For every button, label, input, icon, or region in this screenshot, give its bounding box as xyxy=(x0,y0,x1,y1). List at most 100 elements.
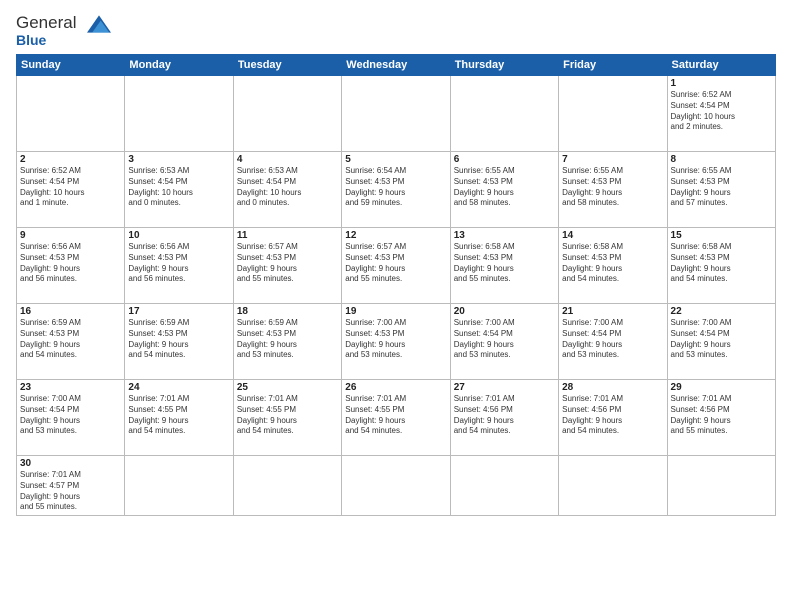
day-number: 13 xyxy=(454,230,555,241)
calendar-cell xyxy=(342,456,450,516)
day-info: Sunrise: 6:55 AM Sunset: 4:53 PM Dayligh… xyxy=(671,166,772,209)
day-info: Sunrise: 6:52 AM Sunset: 4:54 PM Dayligh… xyxy=(20,166,121,209)
day-number: 2 xyxy=(20,154,121,165)
day-number: 9 xyxy=(20,230,121,241)
day-info: Sunrise: 6:56 AM Sunset: 4:53 PM Dayligh… xyxy=(20,242,121,285)
day-number: 17 xyxy=(128,306,229,317)
calendar-cell: 6Sunrise: 6:55 AM Sunset: 4:53 PM Daylig… xyxy=(450,152,558,228)
page-header: General Blue xyxy=(16,12,776,48)
calendar-cell: 29Sunrise: 7:01 AM Sunset: 4:56 PM Dayli… xyxy=(667,380,775,456)
day-info: Sunrise: 7:01 AM Sunset: 4:55 PM Dayligh… xyxy=(128,394,229,437)
day-number: 8 xyxy=(671,154,772,165)
calendar-cell: 23Sunrise: 7:00 AM Sunset: 4:54 PM Dayli… xyxy=(17,380,125,456)
day-number: 6 xyxy=(454,154,555,165)
day-info: Sunrise: 6:55 AM Sunset: 4:53 PM Dayligh… xyxy=(562,166,663,209)
calendar-week-2: 2Sunrise: 6:52 AM Sunset: 4:54 PM Daylig… xyxy=(17,152,776,228)
day-number: 26 xyxy=(345,382,446,393)
calendar-cell: 20Sunrise: 7:00 AM Sunset: 4:54 PM Dayli… xyxy=(450,304,558,380)
day-number: 23 xyxy=(20,382,121,393)
calendar-cell xyxy=(125,456,233,516)
weekday-thursday: Thursday xyxy=(450,55,558,76)
calendar-cell: 9Sunrise: 6:56 AM Sunset: 4:53 PM Daylig… xyxy=(17,228,125,304)
day-number: 27 xyxy=(454,382,555,393)
day-info: Sunrise: 6:57 AM Sunset: 4:53 PM Dayligh… xyxy=(237,242,338,285)
day-number: 14 xyxy=(562,230,663,241)
day-number: 20 xyxy=(454,306,555,317)
day-info: Sunrise: 6:59 AM Sunset: 4:53 PM Dayligh… xyxy=(20,318,121,361)
calendar-week-5: 23Sunrise: 7:00 AM Sunset: 4:54 PM Dayli… xyxy=(17,380,776,456)
calendar-cell xyxy=(450,456,558,516)
calendar-cell: 30Sunrise: 7:01 AM Sunset: 4:57 PM Dayli… xyxy=(17,456,125,516)
calendar-cell: 22Sunrise: 7:00 AM Sunset: 4:54 PM Dayli… xyxy=(667,304,775,380)
day-number: 11 xyxy=(237,230,338,241)
day-number: 30 xyxy=(20,458,121,469)
day-number: 10 xyxy=(128,230,229,241)
day-number: 22 xyxy=(671,306,772,317)
day-number: 7 xyxy=(562,154,663,165)
calendar-cell: 27Sunrise: 7:01 AM Sunset: 4:56 PM Dayli… xyxy=(450,380,558,456)
calendar-cell: 2Sunrise: 6:52 AM Sunset: 4:54 PM Daylig… xyxy=(17,152,125,228)
day-info: Sunrise: 7:01 AM Sunset: 4:56 PM Dayligh… xyxy=(454,394,555,437)
day-info: Sunrise: 7:01 AM Sunset: 4:55 PM Dayligh… xyxy=(237,394,338,437)
calendar-cell: 8Sunrise: 6:55 AM Sunset: 4:53 PM Daylig… xyxy=(667,152,775,228)
day-number: 21 xyxy=(562,306,663,317)
day-info: Sunrise: 7:00 AM Sunset: 4:54 PM Dayligh… xyxy=(562,318,663,361)
day-info: Sunrise: 6:59 AM Sunset: 4:53 PM Dayligh… xyxy=(128,318,229,361)
weekday-sunday: Sunday xyxy=(17,55,125,76)
day-info: Sunrise: 6:58 AM Sunset: 4:53 PM Dayligh… xyxy=(671,242,772,285)
weekday-wednesday: Wednesday xyxy=(342,55,450,76)
calendar-cell: 25Sunrise: 7:01 AM Sunset: 4:55 PM Dayli… xyxy=(233,380,341,456)
calendar-cell xyxy=(17,76,125,152)
day-number: 19 xyxy=(345,306,446,317)
calendar-cell xyxy=(342,76,450,152)
day-info: Sunrise: 7:01 AM Sunset: 4:55 PM Dayligh… xyxy=(345,394,446,437)
day-number: 24 xyxy=(128,382,229,393)
logo: General Blue xyxy=(16,12,115,48)
day-number: 15 xyxy=(671,230,772,241)
calendar-cell: 4Sunrise: 6:53 AM Sunset: 4:54 PM Daylig… xyxy=(233,152,341,228)
calendar-table: SundayMondayTuesdayWednesdayThursdayFrid… xyxy=(16,54,776,516)
day-number: 18 xyxy=(237,306,338,317)
day-number: 1 xyxy=(671,78,772,89)
day-number: 12 xyxy=(345,230,446,241)
day-number: 16 xyxy=(20,306,121,317)
calendar-cell: 1Sunrise: 6:52 AM Sunset: 4:54 PM Daylig… xyxy=(667,76,775,152)
calendar-cell: 7Sunrise: 6:55 AM Sunset: 4:53 PM Daylig… xyxy=(559,152,667,228)
calendar-cell: 5Sunrise: 6:54 AM Sunset: 4:53 PM Daylig… xyxy=(342,152,450,228)
day-info: Sunrise: 6:57 AM Sunset: 4:53 PM Dayligh… xyxy=(345,242,446,285)
day-number: 29 xyxy=(671,382,772,393)
day-number: 4 xyxy=(237,154,338,165)
day-number: 3 xyxy=(128,154,229,165)
calendar-cell: 12Sunrise: 6:57 AM Sunset: 4:53 PM Dayli… xyxy=(342,228,450,304)
calendar-week-6: 30Sunrise: 7:01 AM Sunset: 4:57 PM Dayli… xyxy=(17,456,776,516)
day-info: Sunrise: 7:00 AM Sunset: 4:53 PM Dayligh… xyxy=(345,318,446,361)
weekday-tuesday: Tuesday xyxy=(233,55,341,76)
calendar-cell xyxy=(125,76,233,152)
calendar-cell: 19Sunrise: 7:00 AM Sunset: 4:53 PM Dayli… xyxy=(342,304,450,380)
calendar-cell: 10Sunrise: 6:56 AM Sunset: 4:53 PM Dayli… xyxy=(125,228,233,304)
weekday-friday: Friday xyxy=(559,55,667,76)
calendar-cell xyxy=(233,456,341,516)
calendar-cell: 3Sunrise: 6:53 AM Sunset: 4:54 PM Daylig… xyxy=(125,152,233,228)
logo-icon xyxy=(83,12,115,36)
day-info: Sunrise: 7:01 AM Sunset: 4:56 PM Dayligh… xyxy=(562,394,663,437)
calendar-week-3: 9Sunrise: 6:56 AM Sunset: 4:53 PM Daylig… xyxy=(17,228,776,304)
day-number: 28 xyxy=(562,382,663,393)
calendar-cell: 15Sunrise: 6:58 AM Sunset: 4:53 PM Dayli… xyxy=(667,228,775,304)
calendar-cell: 18Sunrise: 6:59 AM Sunset: 4:53 PM Dayli… xyxy=(233,304,341,380)
calendar-cell xyxy=(233,76,341,152)
calendar-week-4: 16Sunrise: 6:59 AM Sunset: 4:53 PM Dayli… xyxy=(17,304,776,380)
day-info: Sunrise: 6:52 AM Sunset: 4:54 PM Dayligh… xyxy=(671,90,772,133)
day-info: Sunrise: 6:59 AM Sunset: 4:53 PM Dayligh… xyxy=(237,318,338,361)
day-info: Sunrise: 7:01 AM Sunset: 4:57 PM Dayligh… xyxy=(20,470,121,513)
calendar-cell xyxy=(667,456,775,516)
day-info: Sunrise: 7:00 AM Sunset: 4:54 PM Dayligh… xyxy=(20,394,121,437)
logo-text: General xyxy=(16,13,76,32)
calendar-cell: 13Sunrise: 6:58 AM Sunset: 4:53 PM Dayli… xyxy=(450,228,558,304)
day-info: Sunrise: 6:53 AM Sunset: 4:54 PM Dayligh… xyxy=(237,166,338,209)
calendar-cell: 26Sunrise: 7:01 AM Sunset: 4:55 PM Dayli… xyxy=(342,380,450,456)
day-info: Sunrise: 6:55 AM Sunset: 4:53 PM Dayligh… xyxy=(454,166,555,209)
calendar-cell: 24Sunrise: 7:01 AM Sunset: 4:55 PM Dayli… xyxy=(125,380,233,456)
day-info: Sunrise: 6:58 AM Sunset: 4:53 PM Dayligh… xyxy=(562,242,663,285)
day-info: Sunrise: 6:54 AM Sunset: 4:53 PM Dayligh… xyxy=(345,166,446,209)
